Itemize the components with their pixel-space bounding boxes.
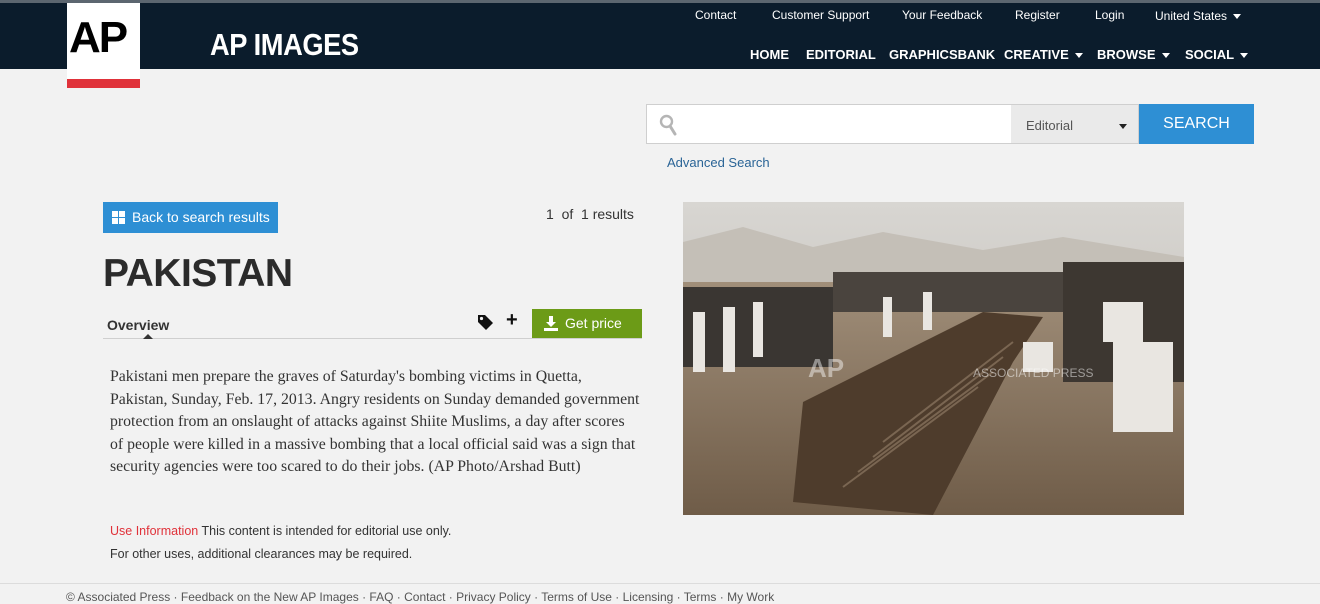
results-count: 1 of 1 results xyxy=(546,206,634,222)
grid-icon xyxy=(112,211,125,224)
nav-browse-label: BROWSE xyxy=(1097,47,1156,62)
footer: © Associated Press · Feedback on the New… xyxy=(0,583,1320,604)
get-price-button[interactable]: Get price xyxy=(532,309,642,338)
advanced-search-link[interactable]: Advanced Search xyxy=(667,155,770,170)
nav-creative-label: CREATIVE xyxy=(1004,47,1069,62)
ap-watermark-text: ASSOCIATED PRESS xyxy=(973,366,1093,380)
tag-icon[interactable] xyxy=(477,314,494,331)
nav-graphicsbank[interactable]: GRAPHICSBANK xyxy=(889,47,995,62)
chevron-down-icon xyxy=(1074,53,1083,59)
chevron-down-icon xyxy=(1240,53,1249,59)
use-information-note: For other uses, additional clearances ma… xyxy=(110,547,413,561)
back-to-results-label: Back to search results xyxy=(132,209,270,225)
news-photo[interactable]: AP ASSOCIATED PRESS xyxy=(683,202,1184,515)
login-link[interactable]: Login xyxy=(1095,8,1124,22)
page-title: PAKISTAN xyxy=(103,252,293,295)
search-button[interactable]: SEARCH xyxy=(1139,104,1254,144)
nav-social-label: SOCIAL xyxy=(1185,47,1235,62)
search-category-label: Editorial xyxy=(1026,118,1073,133)
get-price-label: Get price xyxy=(565,315,622,331)
image-caption: Pakistani men prepare the graves of Satu… xyxy=(110,368,640,476)
download-icon xyxy=(544,316,558,331)
chevron-down-icon xyxy=(1119,124,1127,129)
nav-creative[interactable]: CREATIVE xyxy=(1004,47,1083,62)
country-selector[interactable]: United States xyxy=(1155,9,1242,23)
ap-logo[interactable]: AP xyxy=(67,3,140,80)
photo-illustration: AP ASSOCIATED PRESS xyxy=(683,202,1184,515)
nav-home[interactable]: HOME xyxy=(750,47,789,62)
footer-links[interactable]: © Associated Press · Feedback on the New… xyxy=(66,590,774,604)
brand-title[interactable]: AP IMAGES xyxy=(210,27,359,63)
search-icon xyxy=(659,114,677,136)
tab-overview[interactable]: Overview xyxy=(107,317,169,333)
search-input[interactable] xyxy=(646,104,1012,144)
contact-link[interactable]: Contact xyxy=(695,8,736,22)
country-label: United States xyxy=(1155,9,1228,23)
nav-browse[interactable]: BROWSE xyxy=(1097,47,1170,62)
customer-support-link[interactable]: Customer Support xyxy=(772,8,869,22)
chevron-down-icon xyxy=(1161,53,1170,59)
use-information-link[interactable]: Use Information xyxy=(110,524,198,538)
nav-social[interactable]: SOCIAL xyxy=(1185,47,1249,62)
detail-tabs: Overview + Get price xyxy=(103,309,642,339)
ap-logo-text: AP xyxy=(69,13,128,62)
search-category-select[interactable]: Editorial xyxy=(1011,104,1139,144)
ap-watermark: AP xyxy=(808,353,844,383)
register-link[interactable]: Register xyxy=(1015,8,1060,22)
chevron-down-icon xyxy=(1233,14,1242,20)
add-to-lightbox-icon[interactable]: + xyxy=(506,309,518,332)
nav-editorial[interactable]: EDITORIAL xyxy=(806,47,876,62)
use-information: Use Information This content is intended… xyxy=(110,524,451,538)
active-tab-indicator xyxy=(143,334,153,339)
your-feedback-link[interactable]: Your Feedback xyxy=(902,8,982,22)
use-information-text: This content is intended for editorial u… xyxy=(198,524,452,538)
back-to-results-button[interactable]: Back to search results xyxy=(103,202,278,233)
ap-logo-red-bar xyxy=(67,79,140,88)
